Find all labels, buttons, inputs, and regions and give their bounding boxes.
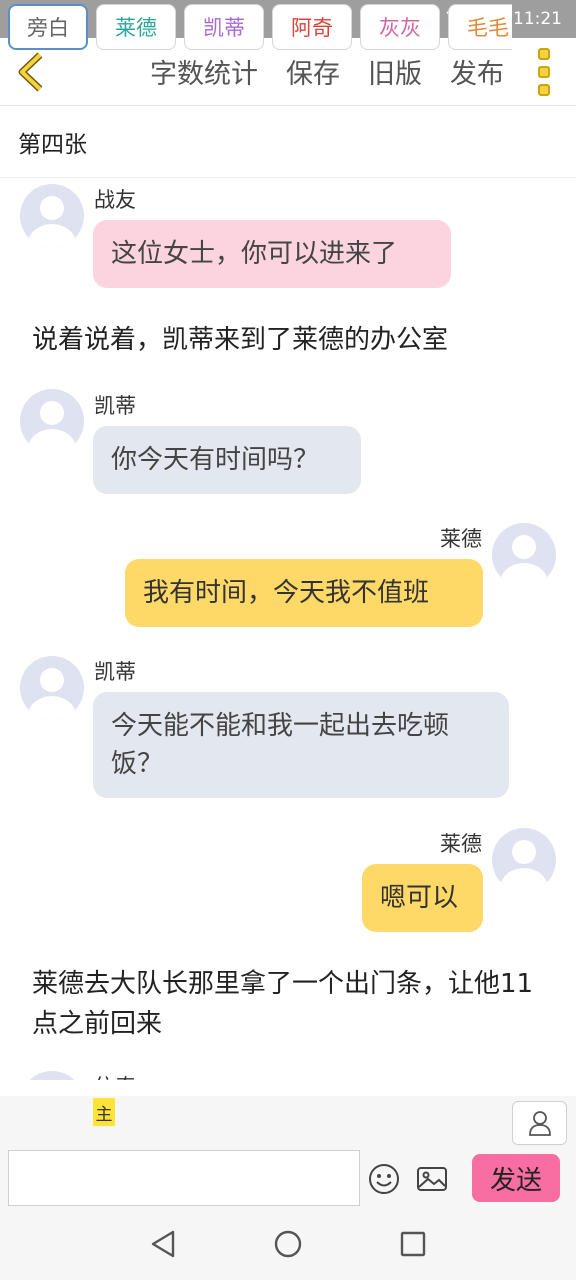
narration-text[interactable]: 说着说着，凯蒂来到了莱德的办公室 [32,320,552,360]
publish-button[interactable]: 发布 [450,52,504,91]
circle-home-icon [274,1230,302,1258]
avatar[interactable] [20,1071,84,1080]
sender-name: 莱德 [440,527,482,551]
avatar[interactable] [492,828,556,892]
avatar[interactable] [20,184,84,248]
person-icon [528,1111,551,1136]
old-version-button[interactable]: 旧版 [368,52,422,91]
message-bubble[interactable]: 嗯可以 [362,864,483,932]
message-bubble[interactable]: 我有时间，今天我不值班 [125,559,483,627]
message-bubble[interactable]: 你今天有时间吗？ [93,426,361,494]
save-button[interactable]: 保存 [286,52,340,91]
more-menu-button[interactable] [518,38,570,106]
role-label: 阿奇 [291,16,333,40]
chapter-title[interactable]: 第四张 [0,106,576,178]
square-recents-icon [401,1231,426,1257]
send-button[interactable]: 发送 [472,1154,560,1202]
role-huihui[interactable]: 灰灰 [360,4,440,50]
sender-name: 凯蒂 [94,394,136,418]
role-label: 旁白 [27,16,69,40]
avatar[interactable] [492,523,556,587]
avatar[interactable] [20,389,84,453]
chevron-left-icon [18,51,43,92]
message-input[interactable] [8,1150,360,1206]
role-label: 莱德 [115,16,157,40]
manage-roles-button[interactable] [512,1101,567,1145]
system-nav-bar [0,1208,576,1280]
narration-text[interactable]: 莱德去大队长那里拿了一个出门条，让他11点之前回来 [32,964,552,1044]
emoji-icon [369,1164,399,1194]
nav-home-button[interactable] [270,1226,306,1262]
sender-name: 凯蒂 [94,660,136,684]
sender-name: 莱德 [440,832,482,856]
role-kaidi[interactable]: 凯蒂 [184,4,264,50]
role-laide[interactable]: 莱德 [96,4,176,50]
nav-recents-button[interactable] [395,1226,431,1262]
avatar[interactable] [20,656,84,720]
role-aqi[interactable]: 阿奇 [272,4,352,50]
nav-back-button[interactable] [145,1226,181,1262]
chat-area[interactable]: 战友 这位女士，你可以进来了 说着说着，凯蒂来到了莱德的办公室 凯蒂 你今天有时… [0,178,576,1080]
emoji-button[interactable] [368,1163,400,1195]
message-bubble[interactable]: 今天能不能和我一起出去吃顿饭？ [93,692,509,798]
image-button[interactable] [416,1163,448,1195]
status-time: 11:21 [513,9,562,29]
sender-name: 依奇 [94,1071,136,1080]
input-row: 发送 [0,1150,576,1208]
role-maomao[interactable]: 毛毛 [448,4,512,50]
message-bubble[interactable]: 这位女士，你可以进来了 [93,220,451,288]
role-label: 凯蒂 [203,16,245,40]
image-icon [417,1167,447,1191]
word-count-button[interactable]: 字数统计 [150,52,258,91]
more-dot-icon [538,65,550,78]
role-label: 毛毛 [467,16,509,40]
more-dot-icon [538,47,550,60]
triangle-back-icon [151,1230,174,1258]
role-selector [0,1096,576,1150]
main-role-badge: 主 [93,1098,115,1126]
more-dot-icon [538,83,550,96]
role-narrator[interactable]: 旁白 [8,4,88,50]
sender-name: 战友 [94,188,136,212]
role-label: 灰灰 [379,16,421,40]
